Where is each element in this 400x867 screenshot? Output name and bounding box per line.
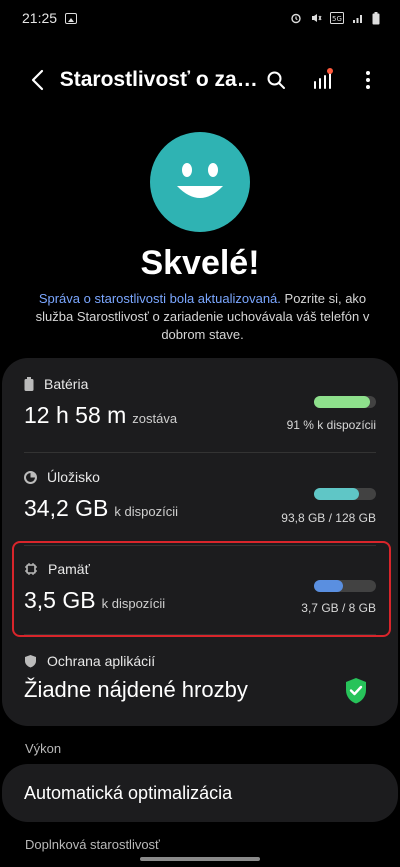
search-button[interactable] xyxy=(258,62,294,98)
battery-section[interactable]: Batéria 12 h 58 m zostáva 91 % k dispozí… xyxy=(24,376,376,432)
report-link[interactable]: Správa o starostlivosti bola aktualizova… xyxy=(39,291,281,306)
signal-icon xyxy=(353,15,362,23)
storage-label: Úložisko xyxy=(47,469,100,485)
storage-value: 34,2 GB xyxy=(24,495,109,521)
page-title: Starostlivosť o zaria... xyxy=(59,68,258,91)
auto-optimization-label: Automatická optimalizácia xyxy=(24,782,233,803)
chevron-left-icon xyxy=(31,69,43,91)
status-time: 21:25 xyxy=(22,10,58,26)
more-icon xyxy=(366,71,370,89)
status-description: Správa o starostlivosti bola aktualizova… xyxy=(35,291,370,342)
battery-unit: zostáva xyxy=(132,411,178,426)
status-bar: 21:25 5G xyxy=(0,0,400,36)
app-protection-label: Ochrana aplikácií xyxy=(47,653,156,669)
smiley-face-icon xyxy=(150,132,250,232)
divider xyxy=(24,452,376,453)
battery-icon xyxy=(372,11,380,24)
svg-text:5G: 5G xyxy=(332,15,342,23)
app-protection-section[interactable]: Ochrana aplikácií Žiadne nájdené hrozby xyxy=(24,653,376,713)
battery-value: 12 h 58 m xyxy=(24,402,127,428)
shield-outline-icon xyxy=(25,655,36,668)
search-icon xyxy=(267,71,285,89)
storage-available: 93,8 GB / 128 GB xyxy=(281,511,376,525)
notification-dot xyxy=(327,68,333,74)
memory-highlight-frame xyxy=(12,541,391,637)
extra-care-heading: Doplnková starostlivosť xyxy=(25,837,160,852)
storage-unit: k dispozícii xyxy=(114,504,178,519)
gallery-icon xyxy=(65,12,78,24)
pie-chart-icon xyxy=(24,470,37,484)
alarm-icon xyxy=(291,13,301,24)
more-options-button[interactable] xyxy=(350,62,386,98)
home-indicator[interactable] xyxy=(140,857,260,861)
status-headline: Skvelé! xyxy=(140,244,260,282)
app-bar: Starostlivosť o zaria... xyxy=(0,52,400,108)
mute-icon xyxy=(312,14,322,22)
storage-section[interactable]: Úložisko 34,2 GB k dispozícii 93,8 GB / … xyxy=(24,469,376,525)
back-button[interactable] xyxy=(14,56,60,104)
5g-icon: 5G xyxy=(330,12,344,24)
battery-available: 91 % k dispozícii xyxy=(286,418,376,432)
stats-button[interactable] xyxy=(304,62,340,98)
auto-optimization-item[interactable]: Automatická optimalizácia xyxy=(2,764,398,822)
battery-bar xyxy=(314,396,376,408)
app-protection-value: Žiadne nájdené hrozby xyxy=(24,677,248,702)
shield-check-icon xyxy=(346,678,366,704)
storage-bar xyxy=(314,488,376,500)
battery-label: Batéria xyxy=(44,376,89,392)
battery-section-icon xyxy=(24,377,34,391)
performance-heading: Výkon xyxy=(25,741,62,756)
